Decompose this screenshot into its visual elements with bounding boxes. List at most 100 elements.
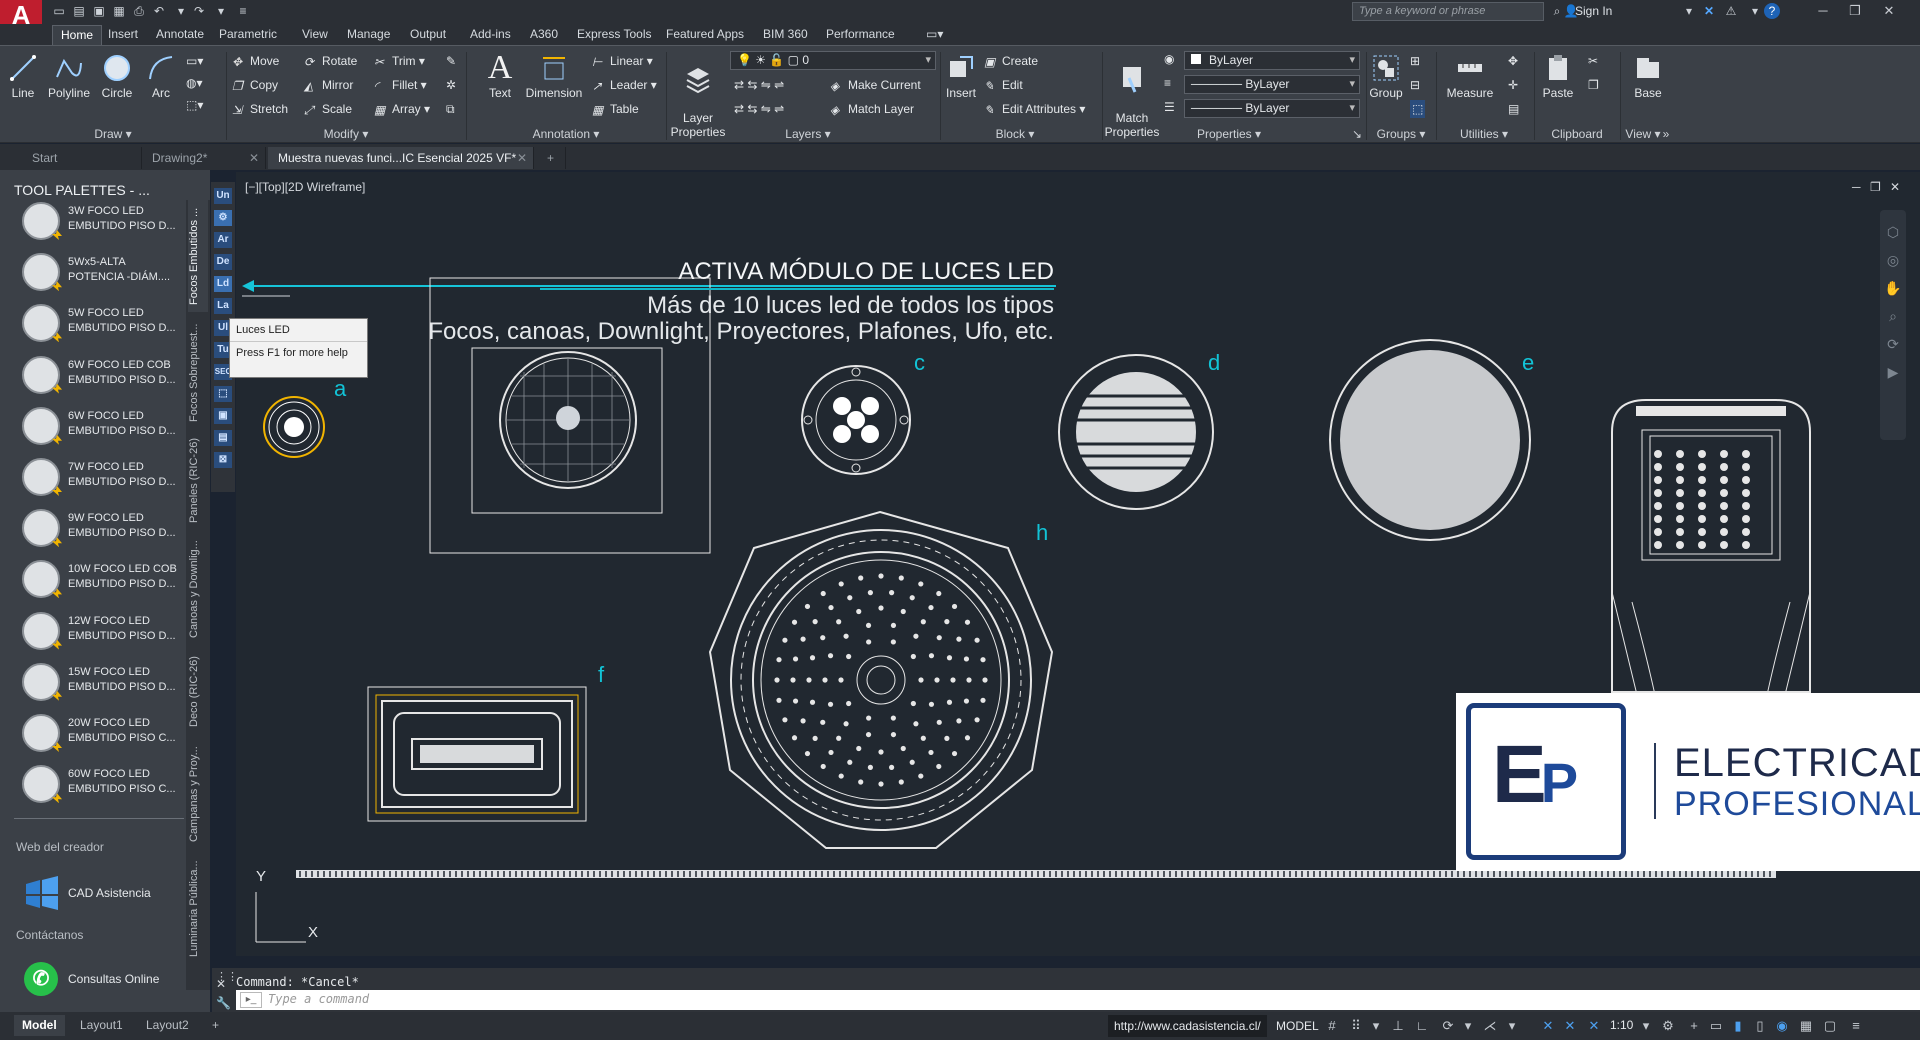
paste-button[interactable]: Paste — [1538, 53, 1578, 100]
palette-item[interactable]: 5Wx5-ALTA POTENCIA -DIÁM.... — [20, 251, 190, 297]
hardware-acceleration-icon[interactable]: ▦ — [1798, 1018, 1814, 1034]
fixture-c[interactable] — [801, 365, 911, 475]
move-button[interactable]: ✥ Move — [232, 52, 279, 70]
trim-button[interactable]: ✂ Trim ▾ — [374, 52, 425, 70]
draw-panel-title[interactable]: Draw ▾ — [0, 126, 226, 143]
fillet-button[interactable]: ◜ Fillet ▾ — [374, 76, 427, 94]
polar-dropdown-icon[interactable]: ▾ — [1460, 1018, 1476, 1034]
sign-in-button[interactable]: Sign In — [1575, 4, 1612, 18]
toolbar-window-icon[interactable]: ▣ — [214, 408, 232, 424]
close-tab-icon[interactable]: ✕ — [517, 147, 527, 169]
snap-dropdown-icon[interactable]: ▾ — [1368, 1018, 1384, 1034]
ortho-icon[interactable]: ∟ — [1414, 1018, 1430, 1034]
osnap-dropdown-icon[interactable]: ▾ — [1504, 1018, 1520, 1034]
help-icon[interactable]: ? — [1764, 3, 1780, 19]
group-edit-icon[interactable]: ⊟ — [1410, 76, 1420, 94]
circle-button[interactable]: Circle — [100, 53, 134, 100]
new-file-icon[interactable]: ▭ — [50, 3, 68, 19]
command-customize-icon[interactable]: 🔧 — [216, 996, 231, 1010]
toolbar-btn-ar[interactable]: Ar — [214, 232, 232, 248]
palette-tab-luminaria[interactable]: Luminaria Pública... — [188, 854, 208, 964]
units-icon[interactable]: ▭ — [1708, 1018, 1724, 1034]
annotation-autoscale-icon[interactable]: ✕ — [1586, 1018, 1602, 1034]
help-dropdown-icon[interactable]: ▾ — [1746, 3, 1764, 19]
match-layer-button[interactable]: ◈ Match Layer — [830, 100, 914, 118]
palette-item[interactable]: 6W FOCO LED EMBUTIDO PISO D... — [20, 405, 190, 451]
snap-icon[interactable]: ⠿ — [1348, 1018, 1364, 1034]
polyline-button[interactable]: Polyline — [44, 53, 94, 100]
fixture-street-light[interactable] — [1611, 399, 1811, 733]
palette-tab-canoas[interactable]: Canoas y Downlig... — [188, 534, 208, 644]
fixture-e[interactable] — [1329, 339, 1531, 541]
cad-asistencia-link[interactable]: CAD Asistencia — [68, 886, 151, 900]
infer-constraints-icon[interactable]: ⊥ — [1390, 1018, 1406, 1034]
dimension-button[interactable]: Dimension — [522, 53, 586, 100]
utilities-panel-title[interactable]: Utilities ▾ — [1436, 126, 1532, 143]
base-view-button[interactable]: Base — [1628, 53, 1668, 100]
save-icon[interactable]: ▣ — [90, 3, 108, 19]
properties-launcher-icon[interactable]: ↘ — [1352, 126, 1362, 143]
view-panel-expand-icon[interactable]: » — [1660, 126, 1672, 143]
clean-screen-icon[interactable]: ▢ — [1822, 1018, 1838, 1034]
scale-button[interactable]: ⤢ Scale — [304, 100, 352, 118]
quick-select-icon[interactable]: ✥ — [1508, 52, 1518, 70]
close-window-icon[interactable]: ✕ — [1874, 1, 1904, 21]
scale-dropdown-icon[interactable]: ▾ — [1638, 1018, 1654, 1034]
linetype-dropdown[interactable]: ────── ByLayer — [1184, 75, 1360, 94]
tab-manage[interactable]: Manage — [339, 25, 398, 45]
status-url[interactable]: http://www.cadasistencia.cl/ — [1108, 1015, 1267, 1037]
edit-block-button[interactable]: ✎ Edit — [984, 76, 1023, 94]
toolbar-btn-ld[interactable]: Ld — [214, 276, 232, 292]
redo-icon[interactable]: ↷ — [190, 3, 208, 19]
palette-tab-focos-sobrepuestos[interactable]: Focos Sobrepuest... — [188, 318, 208, 428]
command-prompt-icon[interactable]: ▸_ — [240, 992, 262, 1008]
modify-panel-title[interactable]: Modify ▾ — [226, 126, 466, 143]
minimize-icon[interactable]: ─ — [1808, 1, 1838, 21]
doc-tab-start[interactable]: Start — [22, 147, 142, 169]
mirror-button[interactable]: ◭ Mirror — [304, 76, 353, 94]
save-as-icon[interactable]: ▦ — [110, 3, 128, 19]
plot-icon[interactable]: ⎙ — [130, 3, 148, 19]
palette-item[interactable]: 7W FOCO LED EMBUTIDO PISO D... — [20, 456, 190, 502]
stay-connected-icon[interactable]: ⚠ — [1722, 3, 1740, 19]
annotation-scale-icon[interactable]: ✕ — [1540, 1018, 1556, 1034]
undo-dropdown-icon[interactable]: ▾ — [172, 3, 190, 19]
tab-performance[interactable]: Performance — [818, 25, 903, 45]
properties-panel-title[interactable]: Properties ▾ — [1102, 126, 1356, 143]
command-close-icon[interactable]: ✕ — [216, 977, 226, 991]
palette-tab-paneles[interactable]: Paneles (RIC-26) — [188, 434, 208, 528]
boundary-tool-icon[interactable]: ⬚▾ — [186, 96, 203, 114]
hatch-tool-icon[interactable]: ◍▾ — [186, 74, 203, 92]
layout-tab-layout1[interactable]: Layout1 — [72, 1015, 131, 1036]
workspace-gear-icon[interactable]: ⚙ — [1660, 1018, 1676, 1034]
fixture-a[interactable] — [263, 396, 325, 458]
layers-panel-title[interactable]: Layers ▾ — [666, 126, 950, 143]
text-button[interactable]: A Text — [482, 50, 518, 101]
calculator-icon[interactable]: ▤ — [1508, 100, 1519, 118]
tab-annotate[interactable]: Annotate — [148, 25, 212, 45]
tab-output[interactable]: Output — [402, 25, 454, 45]
doc-tab-drawing2[interactable]: Drawing2* ✕ — [142, 147, 266, 169]
consultas-online-link[interactable]: Consultas Online — [68, 972, 159, 986]
arc-button[interactable]: Arc — [146, 53, 176, 100]
tab-parametric[interactable]: Parametric — [211, 25, 285, 45]
customization-icon[interactable]: ≡ — [1848, 1018, 1864, 1034]
toolbar-cross-icon[interactable]: ⊠ — [214, 452, 232, 468]
toolbar-btn-un[interactable]: Un — [214, 188, 232, 204]
redo-dropdown-icon[interactable]: ▾ — [212, 3, 230, 19]
layout-tab-layout2[interactable]: Layout2 — [138, 1015, 197, 1036]
lock-ui-icon[interactable]: ▯ — [1752, 1018, 1768, 1034]
isodraft-icon[interactable]: ⋌ — [1482, 1018, 1498, 1034]
groups-panel-title[interactable]: Groups ▾ — [1366, 126, 1436, 143]
tab-view[interactable]: View — [294, 25, 336, 45]
doc-tab-muestra[interactable]: Muestra nuevas funci...IC Esencial 2025 … — [268, 147, 534, 169]
copy-button[interactable]: ❐ Copy — [232, 76, 278, 94]
palette-item[interactable]: 12W FOCO LED EMBUTIDO PISO D... — [20, 610, 190, 656]
ribbon-minimize-icon[interactable]: ▭▾ — [918, 25, 951, 45]
palette-item[interactable]: 9W FOCO LED EMBUTIDO PISO D... — [20, 507, 190, 553]
fixture-h[interactable] — [708, 510, 1054, 849]
palette-item[interactable]: 3W FOCO LED EMBUTIDO PISO D... — [20, 200, 190, 246]
palette-item[interactable]: 6W FOCO LED COB EMBUTIDO PISO D... — [20, 354, 190, 400]
open-file-icon[interactable]: ▤ — [70, 3, 88, 19]
group-selection-icon[interactable]: ⬚ — [1410, 100, 1426, 118]
